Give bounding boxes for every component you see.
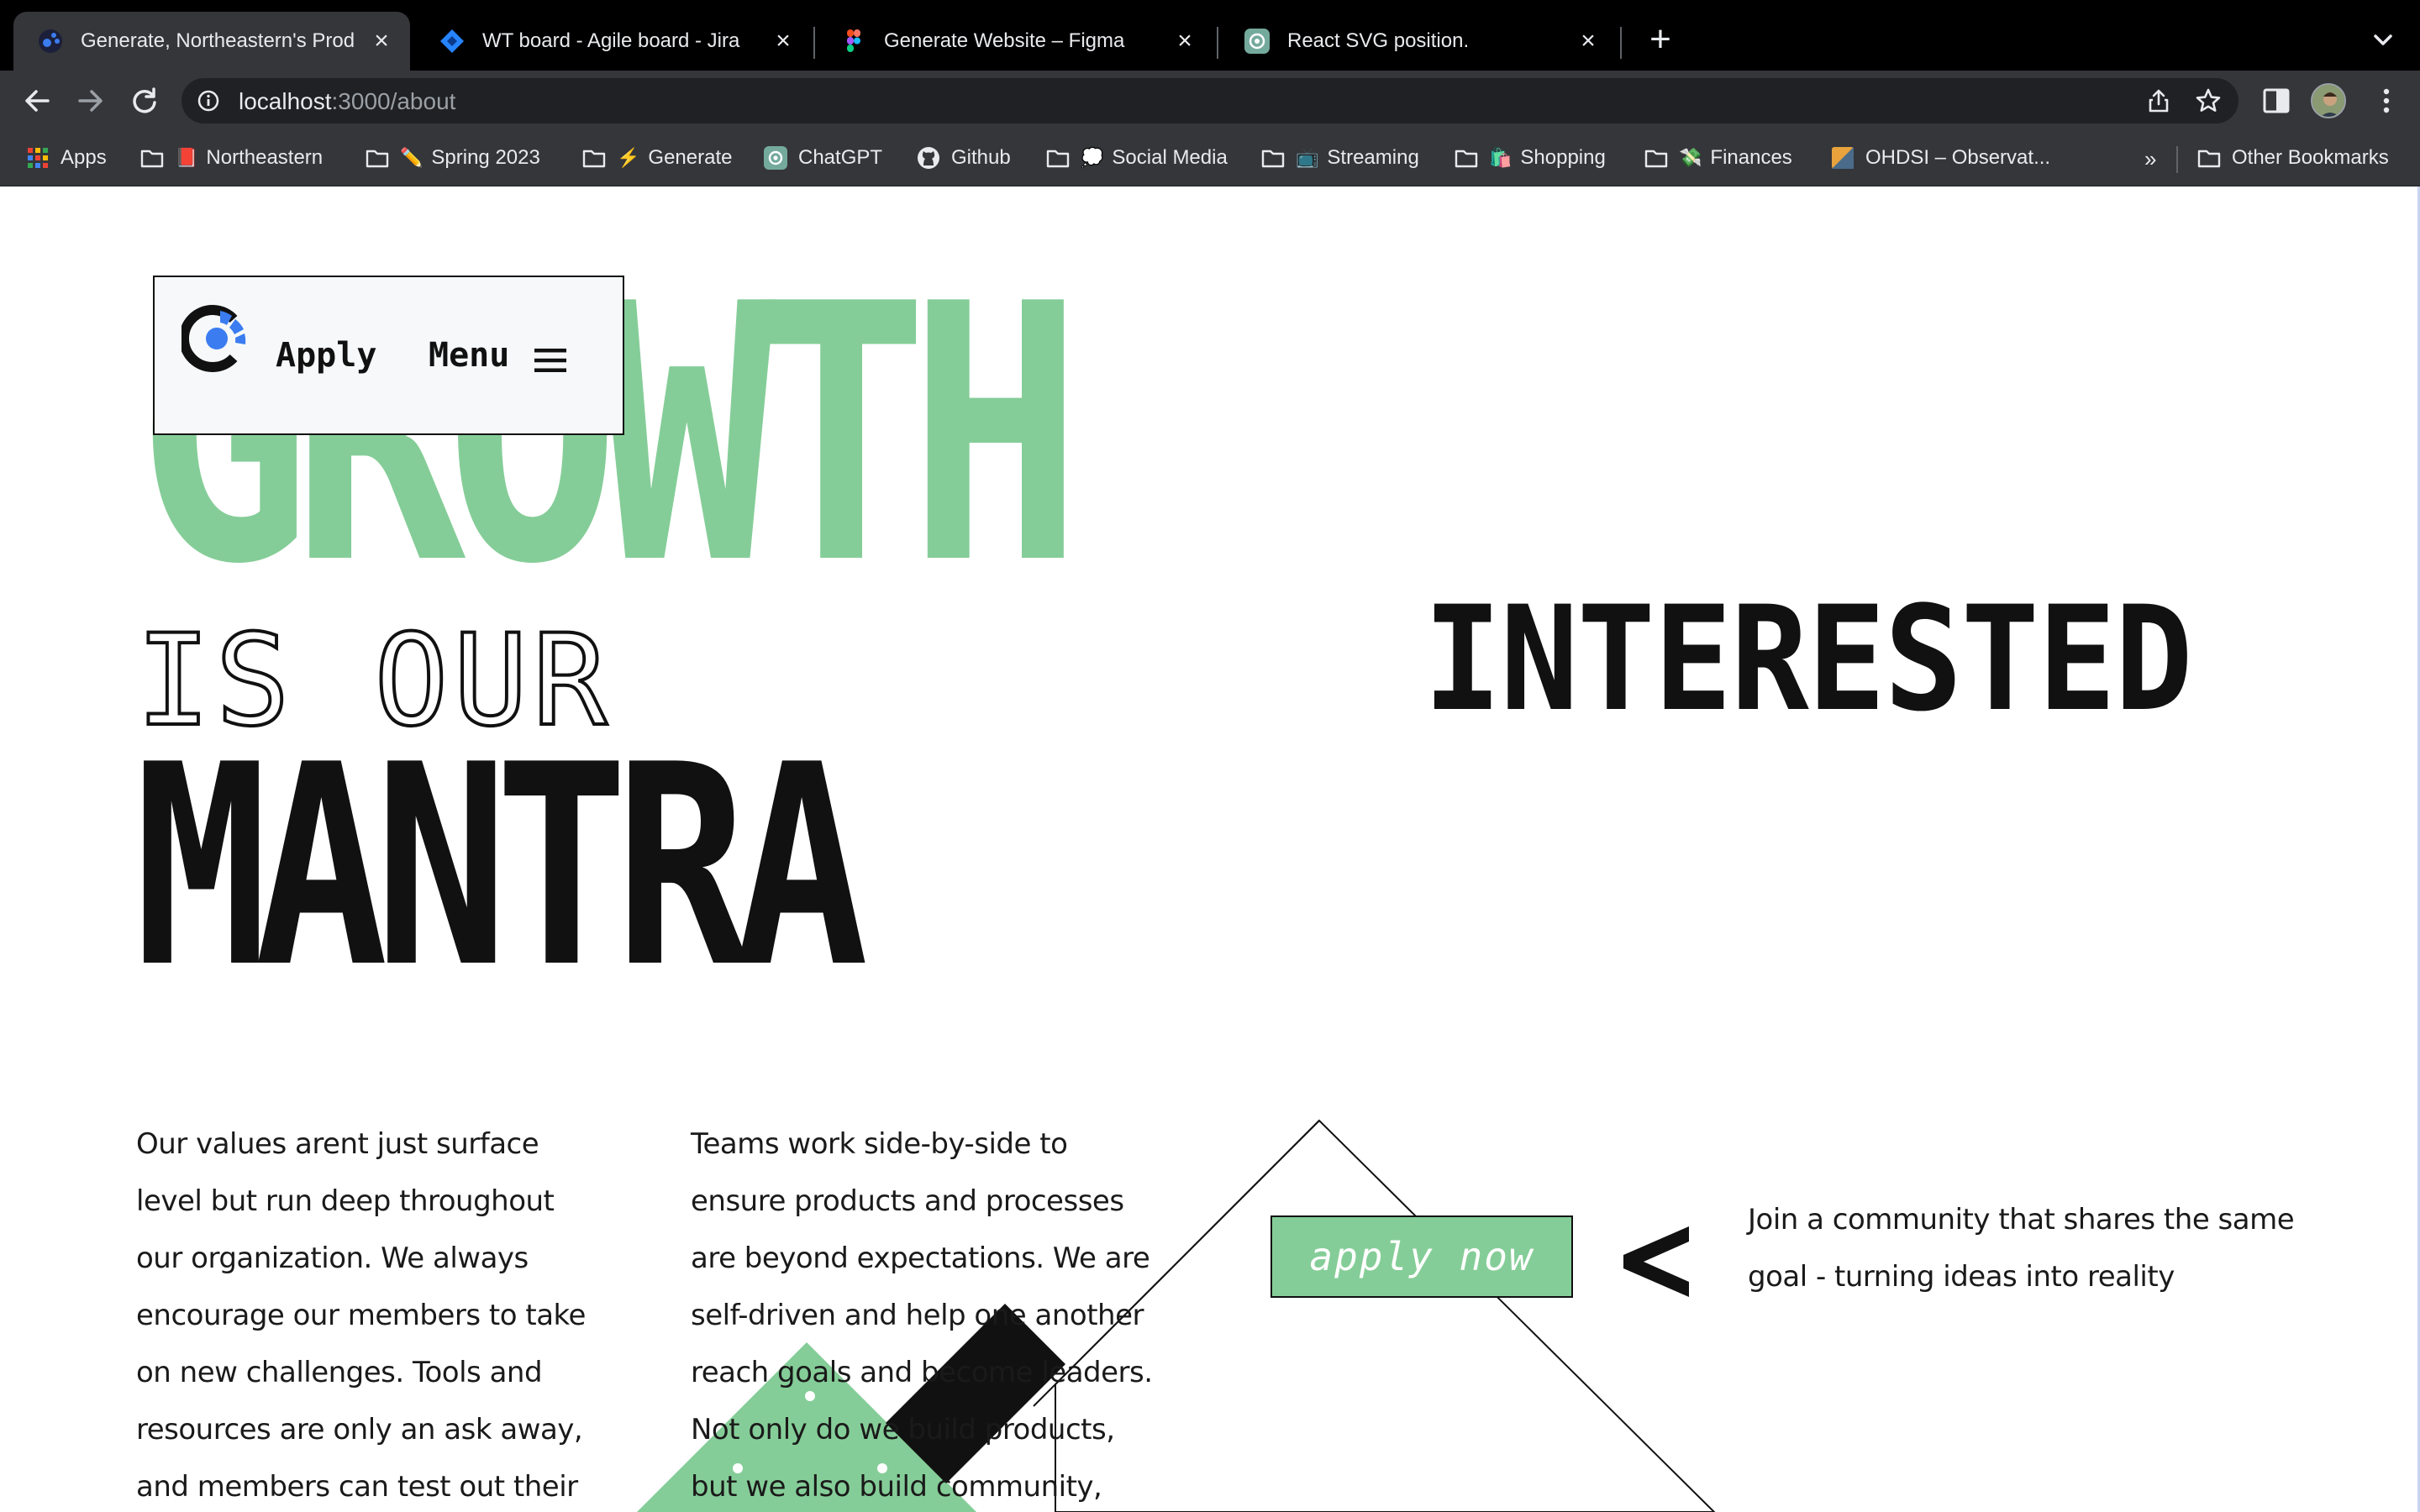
nav-apply-link[interactable]: Apply bbox=[276, 336, 376, 375]
tab-strip: Generate, Northeastern's Prod × WT board… bbox=[0, 0, 2420, 71]
jira-favicon-icon bbox=[440, 29, 464, 53]
new-tab-button[interactable]: + bbox=[1644, 21, 1677, 58]
folder-icon bbox=[140, 150, 164, 168]
browser-toolbar: localhost:3000/about bbox=[0, 71, 2420, 131]
more-options-icon[interactable] bbox=[2370, 84, 2403, 118]
bookmark-folder-generate[interactable]: ⚡ Generate bbox=[581, 143, 732, 173]
bookmark-folder-shopping[interactable]: 🛍️ Shopping bbox=[1454, 143, 1606, 173]
tab-separator bbox=[1620, 27, 1622, 59]
bookmark-other-bookmarks[interactable]: Other Bookmarks bbox=[2196, 143, 2389, 173]
about-page: GROWTH IS OUR MANTRA INTERESTED Apply Me… bbox=[0, 186, 2420, 1512]
bookmark-label: Shopping bbox=[1520, 146, 1606, 169]
address-bar[interactable]: localhost:3000/about bbox=[182, 78, 2238, 123]
reload-button[interactable] bbox=[124, 81, 165, 121]
join-community-text: Join a community that shares the same go… bbox=[1748, 1203, 2295, 1294]
site-info-icon[interactable] bbox=[197, 89, 220, 113]
bookmark-label: ChatGPT bbox=[798, 146, 883, 169]
tab-title: React SVG position. bbox=[1287, 29, 1470, 52]
folder-icon bbox=[582, 150, 606, 168]
bookmark-emoji: 💭 bbox=[1081, 147, 1104, 168]
hamburger-menu-icon[interactable] bbox=[533, 346, 568, 375]
tab-generate[interactable]: Generate, Northeastern's Prod × bbox=[13, 12, 410, 71]
bookmark-folder-finances[interactable]: 💸 Finances bbox=[1644, 143, 1792, 173]
bookmark-emoji: 📺 bbox=[1296, 147, 1319, 168]
forward-button[interactable] bbox=[71, 81, 111, 121]
bookmark-folder-social-media[interactable]: 💭 Social Media bbox=[1045, 143, 1228, 173]
tab-jira[interactable]: WT board - Agile board - Jira × bbox=[415, 12, 812, 71]
floating-nav: Apply Menu bbox=[153, 276, 624, 435]
tab-title: WT board - Agile board - Jira bbox=[482, 29, 740, 52]
apps-grid-icon bbox=[28, 148, 48, 168]
tab-separator bbox=[1217, 27, 1218, 59]
github-icon bbox=[918, 147, 939, 169]
share-icon[interactable] bbox=[2146, 88, 2171, 113]
ohdsi-icon bbox=[1832, 147, 1854, 169]
bookmark-folder-streaming[interactable]: 📺 Streaming bbox=[1260, 143, 1419, 173]
bookmarks-bar: Apps 📕 Northeastern ✏️ Spring 2023 ⚡ Gen… bbox=[0, 131, 2420, 186]
bookmark-label: Social Media bbox=[1112, 146, 1228, 169]
bookmark-label: OHDSI – Observat... bbox=[1865, 146, 2051, 169]
chevron-left-icon bbox=[1623, 1226, 1689, 1297]
generate-favicon-icon bbox=[39, 29, 62, 53]
folder-icon bbox=[2197, 150, 2221, 168]
generate-logo-icon[interactable] bbox=[182, 302, 254, 375]
bookmark-star-icon[interactable] bbox=[2195, 87, 2222, 114]
teams-paragraph: Teams work side-by-side to ensure produc… bbox=[691, 1127, 1153, 1504]
more-bookmarks-button[interactable]: » bbox=[2144, 146, 2156, 172]
nav-menu-button[interactable]: Menu bbox=[429, 336, 509, 375]
back-button[interactable] bbox=[17, 81, 57, 121]
url-text: localhost:3000/about bbox=[239, 88, 455, 115]
close-tab-icon[interactable]: × bbox=[1171, 28, 1198, 55]
folder-icon bbox=[1046, 150, 1070, 168]
bookmark-emoji: 📕 bbox=[175, 147, 198, 168]
bookmark-chatgpt[interactable]: ChatGPT bbox=[763, 143, 882, 173]
folder-icon bbox=[366, 150, 389, 168]
interested-heading: INTERESTED bbox=[1423, 575, 2193, 743]
url-host: localhost bbox=[239, 88, 332, 114]
bookmark-apps[interactable]: Apps bbox=[25, 143, 107, 173]
profile-avatar[interactable] bbox=[2311, 83, 2346, 118]
reload-icon bbox=[133, 87, 156, 113]
bookmarks-separator bbox=[2176, 146, 2178, 173]
tab-chatgpt[interactable]: React SVG position. × bbox=[1220, 12, 1617, 71]
bookmark-label: Generate bbox=[648, 146, 733, 169]
side-panel-icon[interactable] bbox=[2260, 85, 2292, 117]
forward-arrow-icon bbox=[78, 90, 103, 112]
person-icon bbox=[2312, 85, 2344, 117]
hero-word-mantra: MANTRA bbox=[134, 706, 869, 1028]
tab-search-chevron-icon[interactable] bbox=[2368, 25, 2398, 55]
bookmark-label: Streaming bbox=[1327, 146, 1419, 169]
bookmark-label: Github bbox=[951, 146, 1011, 169]
close-tab-icon[interactable]: × bbox=[770, 28, 797, 55]
close-tab-icon[interactable]: × bbox=[368, 28, 395, 55]
bookmark-folder-spring-2023[interactable]: ✏️ Spring 2023 bbox=[365, 143, 540, 173]
bookmark-emoji: 💸 bbox=[1679, 147, 1702, 168]
bookmark-emoji: ⚡ bbox=[617, 147, 640, 168]
bookmark-github[interactable]: Github bbox=[916, 143, 1011, 173]
folder-icon bbox=[1261, 150, 1285, 168]
values-paragraph: Our values arent just surface level but … bbox=[136, 1127, 586, 1504]
bookmark-ohdsi[interactable]: OHDSI – Observat... bbox=[1830, 143, 2050, 173]
bookmark-label: Apps bbox=[60, 146, 107, 169]
bookmark-label: Spring 2023 bbox=[431, 146, 540, 169]
apply-now-button[interactable]: apply now bbox=[1270, 1215, 1573, 1298]
bookmark-label: Northeastern bbox=[206, 146, 324, 169]
chatgpt-favicon-icon bbox=[1244, 29, 1270, 54]
folder-icon bbox=[1644, 150, 1668, 168]
bookmark-emoji: ✏️ bbox=[400, 147, 424, 168]
folder-icon bbox=[1455, 150, 1478, 168]
bookmark-folder-northeastern[interactable]: 📕 Northeastern bbox=[139, 143, 323, 173]
url-path: :3000/about bbox=[331, 88, 456, 114]
chatgpt-icon bbox=[764, 146, 787, 170]
tab-title: Generate Website – Figma bbox=[884, 29, 1125, 52]
bookmark-emoji: 🛍️ bbox=[1489, 147, 1512, 168]
bookmark-label: Finances bbox=[1710, 146, 1792, 169]
close-tab-icon[interactable]: × bbox=[1575, 28, 1602, 55]
back-arrow-icon bbox=[25, 90, 50, 112]
tab-figma[interactable]: Generate Website – Figma × bbox=[817, 12, 1213, 71]
tab-separator bbox=[813, 27, 815, 59]
figma-favicon-icon bbox=[847, 29, 860, 52]
bookmark-label: Other Bookmarks bbox=[2232, 146, 2389, 169]
tab-title: Generate, Northeastern's Prod bbox=[81, 29, 355, 52]
